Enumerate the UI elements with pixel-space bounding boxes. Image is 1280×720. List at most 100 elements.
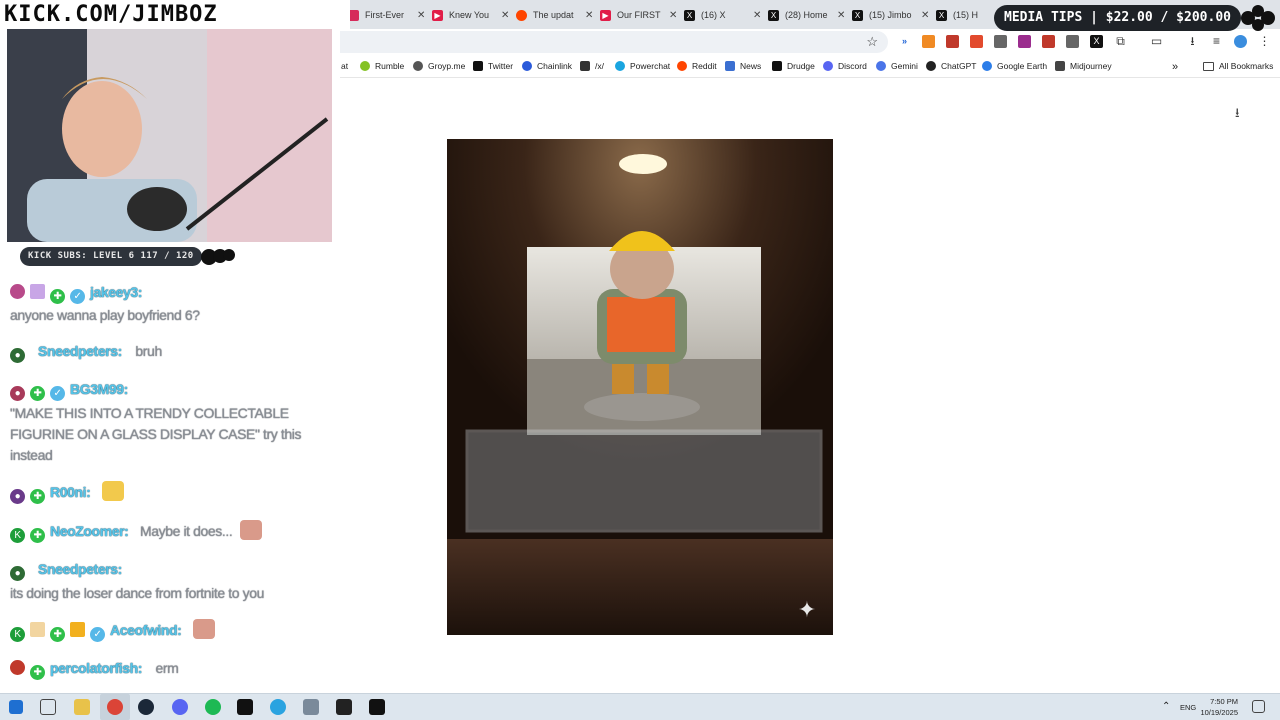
discord-icon[interactable] xyxy=(172,699,188,715)
extension-icon[interactable] xyxy=(1018,35,1031,48)
bookmark[interactable]: Rumble xyxy=(360,61,404,71)
extension-icon[interactable] xyxy=(946,35,959,48)
bookmark-label: Rumble xyxy=(375,61,405,71)
bookmark[interactable]: Chainlink xyxy=(522,61,572,71)
task-view-icon[interactable] xyxy=(40,699,56,715)
chat-username[interactable]: NeoZoomer: xyxy=(50,523,129,539)
epic-games-icon[interactable] xyxy=(369,699,385,715)
bookmark-label: Discord xyxy=(838,61,867,71)
powerchat-icon xyxy=(615,61,625,71)
browser-tab[interactable]: ▶ Our FIRST ✕ xyxy=(600,4,677,26)
chrome-icon[interactable] xyxy=(107,699,123,715)
browser-tab[interactable]: X (15) Jimbo ✕ xyxy=(852,4,929,26)
bookmark[interactable]: /x/ xyxy=(580,61,604,71)
extension-icon[interactable] xyxy=(994,35,1007,48)
bookmark[interactable]: Powerchat xyxy=(615,61,670,71)
notifications-icon[interactable] xyxy=(1252,700,1265,713)
chat-username[interactable]: Aceofwind: xyxy=(110,622,182,638)
bookmark[interactable]: Gemini xyxy=(876,61,918,71)
all-bookmarks[interactable]: All Bookmarks xyxy=(1203,61,1273,71)
read-aloud-icon[interactable]: » xyxy=(898,35,911,48)
bookmark[interactable]: Reddit xyxy=(677,61,717,71)
close-tab-icon[interactable]: ✕ xyxy=(585,10,593,21)
browser-toolbar: ☆ » X ⧉ ▭ ⭳ ≡ ⋮ xyxy=(340,29,1280,55)
telegram-icon[interactable] xyxy=(270,699,286,715)
bookmark[interactable]: Discord xyxy=(823,61,867,71)
bookmark[interactable]: News xyxy=(725,61,761,71)
chat-username[interactable]: percolatorfish: xyxy=(50,660,142,676)
kick-badge-icon: K xyxy=(10,528,25,543)
chat-username[interactable]: R00ni: xyxy=(50,484,91,500)
profile-avatar[interactable] xyxy=(1234,35,1247,48)
extensions-puzzle-icon[interactable]: ⧉ xyxy=(1114,35,1127,48)
browser-tab[interactable]: X (16) X ✕ xyxy=(684,4,761,26)
browser-tab[interactable]: First-Ever ✕ xyxy=(348,4,425,26)
close-tab-icon[interactable]: ✕ xyxy=(417,10,425,21)
chat-username[interactable]: Sneedpeters: xyxy=(38,561,122,577)
language-indicator[interactable]: ENG xyxy=(1180,703,1196,712)
spotify-icon[interactable] xyxy=(205,699,221,715)
clock-date[interactable]: 10/19/2025 xyxy=(1196,708,1238,717)
media-tips-goal: MEDIA TIPS | $22.00 / $200.00 xyxy=(994,5,1241,31)
terminal-icon[interactable] xyxy=(237,699,253,715)
app-icon[interactable] xyxy=(336,699,352,715)
close-tab-icon[interactable]: ✕ xyxy=(501,10,509,21)
browser-tab[interactable]: X (28) Home ✕ xyxy=(768,4,845,26)
all-bookmarks-label: All Bookmarks xyxy=(1219,61,1274,71)
side-panel-icon[interactable]: ▭ xyxy=(1150,35,1163,48)
bookmark[interactable]: Groyp.me xyxy=(413,61,465,71)
bookmark[interactable]: ChatGPT xyxy=(926,61,976,71)
bookmark-label: Powerchat xyxy=(630,61,671,71)
close-tab-icon[interactable]: ✕ xyxy=(837,10,845,21)
board-icon xyxy=(580,61,590,71)
bookmark[interactable]: Google Earth xyxy=(982,61,1047,71)
extension-icon[interactable] xyxy=(1066,35,1079,48)
figurine-image: ✦ xyxy=(447,139,833,635)
chat-text: bruh xyxy=(135,343,162,359)
bookmark[interactable]: at xyxy=(341,61,348,71)
x-icon[interactable]: X xyxy=(1090,35,1103,48)
verified-badge-icon: ✓ xyxy=(90,627,105,642)
address-bar[interactable]: ☆ xyxy=(340,31,888,53)
browser-tab[interactable]: X (15) H xyxy=(936,4,979,26)
close-tab-icon[interactable]: ✕ xyxy=(921,10,929,21)
app-icon[interactable] xyxy=(303,699,319,715)
extension-icon[interactable] xyxy=(1042,35,1055,48)
windows-start-icon[interactable] xyxy=(9,700,23,714)
verified-badge-icon: ✓ xyxy=(50,386,65,401)
close-tab-icon[interactable]: ✕ xyxy=(669,10,677,21)
menu-icon[interactable]: ⋮ xyxy=(1258,35,1271,48)
clock-time[interactable]: 7:50 PM xyxy=(1200,697,1238,706)
bookmark[interactable]: Drudge xyxy=(772,61,815,71)
chat-text: its doing the loser dance from fortnite … xyxy=(10,585,264,601)
verified-badge-icon: ✓ xyxy=(70,289,85,304)
download-icon[interactable]: ⭳ xyxy=(1186,35,1199,48)
chat-text: erm xyxy=(155,660,179,676)
kick-badge-icon: K xyxy=(10,627,25,642)
emote-icon xyxy=(239,520,262,540)
metamask-icon[interactable] xyxy=(922,35,935,48)
chat-username[interactable]: Sneedpeters: xyxy=(38,343,122,359)
more-bookmarks-chevron-icon[interactable]: » xyxy=(1172,61,1178,73)
chat-text: "MAKE THIS INTO A TRENDY COLLECTABLE FIG… xyxy=(10,405,302,463)
streamer-webcam-image xyxy=(7,29,332,242)
sub-badge-icon xyxy=(10,284,25,299)
bookmark[interactable]: Twitter xyxy=(473,61,513,71)
bookmark[interactable]: Midjourney xyxy=(1055,61,1112,71)
media-controls-icon[interactable]: ≡ xyxy=(1210,35,1223,48)
chatgpt-icon xyxy=(926,61,936,71)
file-explorer-icon[interactable] xyxy=(74,699,90,715)
browser-tab[interactable]: ▶ Knew You ✕ xyxy=(432,4,509,26)
download-icon[interactable]: ⭳ xyxy=(1235,104,1240,126)
bookmark-label: Drudge xyxy=(787,61,815,71)
tray-chevron-icon[interactable]: ⌃ xyxy=(1162,701,1170,712)
chat-username[interactable]: BG3M99: xyxy=(70,381,128,397)
chat-username[interactable]: jakeey3: xyxy=(90,284,142,300)
bookmark-star-icon[interactable]: ☆ xyxy=(866,34,878,50)
extension-icon[interactable] xyxy=(970,35,983,48)
steam-icon[interactable] xyxy=(138,699,154,715)
tab-title: Our FIRST xyxy=(617,10,661,20)
browser-tab[interactable]: The updat ✕ xyxy=(516,4,593,26)
figurine-photo[interactable]: ✦ xyxy=(447,139,833,635)
close-tab-icon[interactable]: ✕ xyxy=(753,10,761,21)
